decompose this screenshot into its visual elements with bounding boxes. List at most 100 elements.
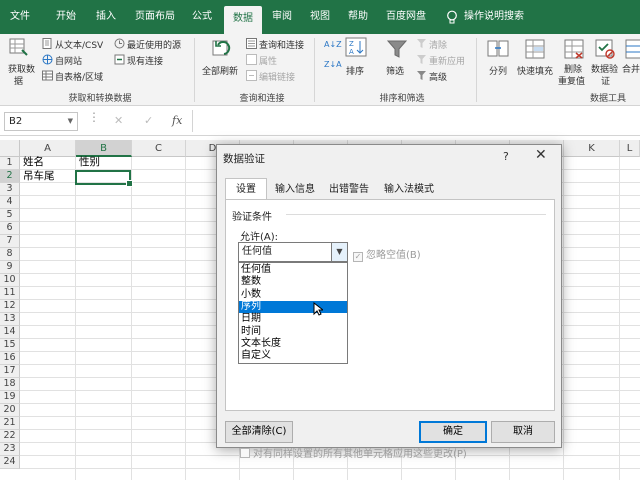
row-header-17[interactable]: 17 <box>0 365 20 378</box>
close-icon[interactable]: ✕ <box>535 147 547 163</box>
cell-a2[interactable]: 吊车尾 <box>20 170 55 183</box>
recent-sources-button[interactable]: 最近使用的源 <box>127 38 181 51</box>
filter-icon <box>386 40 408 58</box>
chevron-down-icon[interactable]: ▼ <box>68 113 73 130</box>
allow-select[interactable]: 任何值 ▼ <box>238 242 348 262</box>
insert-function-icon[interactable]: fx <box>172 114 182 127</box>
clear-all-button[interactable]: 全部清除(C) <box>225 421 293 443</box>
menu-insert[interactable]: 插入 <box>88 0 124 34</box>
menu-review[interactable]: 审阅 <box>266 0 298 34</box>
row-header-19[interactable]: 19 <box>0 391 20 404</box>
row-header-9[interactable]: 9 <box>0 261 20 274</box>
tab-settings[interactable]: 设置 <box>225 178 267 200</box>
row-header-7[interactable]: 7 <box>0 235 20 248</box>
help-icon[interactable]: ? <box>503 150 509 163</box>
reapply-button[interactable]: 重新应用 <box>429 54 465 67</box>
filter-button[interactable]: 筛选 <box>386 64 404 77</box>
queries-connections-button[interactable]: 查询和连接 <box>259 38 304 51</box>
tab-error-alert[interactable]: 出错警告 <box>325 181 373 199</box>
menu-file[interactable]: 文件 <box>2 0 38 34</box>
clear-filter-button[interactable]: 清除 <box>429 38 447 51</box>
row-header-2[interactable]: 2 <box>0 170 20 183</box>
properties-button[interactable]: 属性 <box>259 54 277 67</box>
edit-links-button[interactable]: 编辑链接 <box>259 70 295 83</box>
row-header-5[interactable]: 5 <box>0 209 20 222</box>
row-header-10[interactable]: 10 <box>0 274 20 287</box>
menu-data[interactable]: 数据 <box>224 6 262 34</box>
row-header-8[interactable]: 8 <box>0 248 20 261</box>
option-date[interactable]: 日期 <box>239 313 347 325</box>
sort-za-button[interactable]: Z↓A <box>324 60 342 69</box>
option-any-value[interactable]: 任何值 <box>239 264 347 276</box>
row-header-14[interactable]: 14 <box>0 326 20 339</box>
option-custom[interactable]: 自定义 <box>239 350 347 362</box>
menu-help[interactable]: 帮助 <box>342 0 374 34</box>
formula-input[interactable] <box>196 110 636 132</box>
criteria-title: 验证条件 <box>232 212 272 223</box>
menu-formulas[interactable]: 公式 <box>186 0 218 34</box>
consolidate-icon <box>625 39 640 59</box>
sort-button[interactable]: 排序 <box>346 64 364 77</box>
remove-duplicates-line2: 重复值 <box>558 77 586 87</box>
tell-me-search[interactable]: 操作说明搜索 <box>464 0 530 34</box>
column-header-k[interactable]: K <box>564 140 620 157</box>
confirm-edit-icon[interactable]: ✓ <box>144 114 153 127</box>
consolidate-button[interactable]: 合并 <box>622 62 640 75</box>
from-text-csv-button[interactable]: 从文本/CSV <box>55 38 103 51</box>
row-header-13[interactable]: 13 <box>0 313 20 326</box>
row-header-6[interactable]: 6 <box>0 222 20 235</box>
advanced-filter-icon <box>417 71 426 80</box>
row-header-11[interactable]: 11 <box>0 287 20 300</box>
apply-all-checkbox[interactable]: 对有同样设置的所有其他单元格应用这些更改(P) <box>240 445 467 460</box>
row-header-15[interactable]: 15 <box>0 339 20 352</box>
flash-fill-button[interactable]: 快速填充 <box>517 64 553 77</box>
existing-connections-button[interactable]: 现有连接 <box>127 54 163 67</box>
row-header-20[interactable]: 20 <box>0 404 20 417</box>
menu-home[interactable]: 开始 <box>48 0 84 34</box>
row-header-18[interactable]: 18 <box>0 378 20 391</box>
edit-links-icon <box>246 70 257 81</box>
option-text-length[interactable]: 文本长度 <box>239 338 347 350</box>
ignore-blank-checkbox[interactable]: ✓ 忽略空值(B) <box>353 246 421 262</box>
option-whole-number[interactable]: 整数 <box>239 276 347 288</box>
row-header-1[interactable]: 1 <box>0 157 20 170</box>
drag-handle-icon[interactable]: ⋮ <box>88 110 100 124</box>
column-header-l[interactable]: L <box>620 140 640 157</box>
menu-view[interactable]: 视图 <box>304 0 336 34</box>
column-header-a[interactable]: A <box>20 140 76 157</box>
from-web-button[interactable]: 自网站 <box>55 54 82 67</box>
tab-ime-mode[interactable]: 输入法模式 <box>379 181 439 199</box>
column-header-c[interactable]: C <box>132 140 186 157</box>
menu-baidu-netdisk[interactable]: 百度网盘 <box>382 0 430 34</box>
row-header-4[interactable]: 4 <box>0 196 20 209</box>
get-data-icon <box>9 38 28 56</box>
row-header-16[interactable]: 16 <box>0 352 20 365</box>
menu-page-layout[interactable]: 页面布局 <box>130 0 180 34</box>
ok-button[interactable]: 确定 <box>419 421 487 443</box>
cancel-button[interactable]: 取消 <box>491 421 555 443</box>
cancel-edit-icon[interactable]: ✕ <box>114 114 123 127</box>
select-all-corner[interactable] <box>0 140 20 157</box>
active-cell-b2[interactable] <box>75 170 133 187</box>
allow-select-value: 任何值 <box>242 246 272 257</box>
row-header-3[interactable]: 3 <box>0 183 20 196</box>
column-header-b[interactable]: B <box>76 140 132 157</box>
chevron-down-icon[interactable]: ▼ <box>331 243 347 261</box>
option-time[interactable]: 时间 <box>239 326 347 338</box>
cell-b1[interactable]: 性别 <box>76 156 100 169</box>
option-list[interactable]: 序列 <box>239 300 347 314</box>
row-header-21[interactable]: 21 <box>0 417 20 430</box>
advanced-filter-button[interactable]: 高级 <box>429 70 447 83</box>
row-header-24[interactable]: 24 <box>0 456 20 469</box>
from-table-button[interactable]: 自表格/区域 <box>55 70 103 83</box>
text-to-columns-button[interactable]: 分列 <box>489 64 507 77</box>
row-header-22[interactable]: 22 <box>0 430 20 443</box>
name-box[interactable]: B2 ▼ <box>4 112 78 131</box>
option-decimal[interactable]: 小数 <box>239 289 347 301</box>
refresh-all-button[interactable]: 全部刷新 <box>202 64 238 77</box>
row-header-12[interactable]: 12 <box>0 300 20 313</box>
sort-az-button[interactable]: A↓Z <box>324 40 342 49</box>
row-header-23[interactable]: 23 <box>0 443 20 456</box>
cell-a1[interactable]: 姓名 <box>20 156 44 169</box>
tab-input-message[interactable]: 输入信息 <box>271 181 319 199</box>
